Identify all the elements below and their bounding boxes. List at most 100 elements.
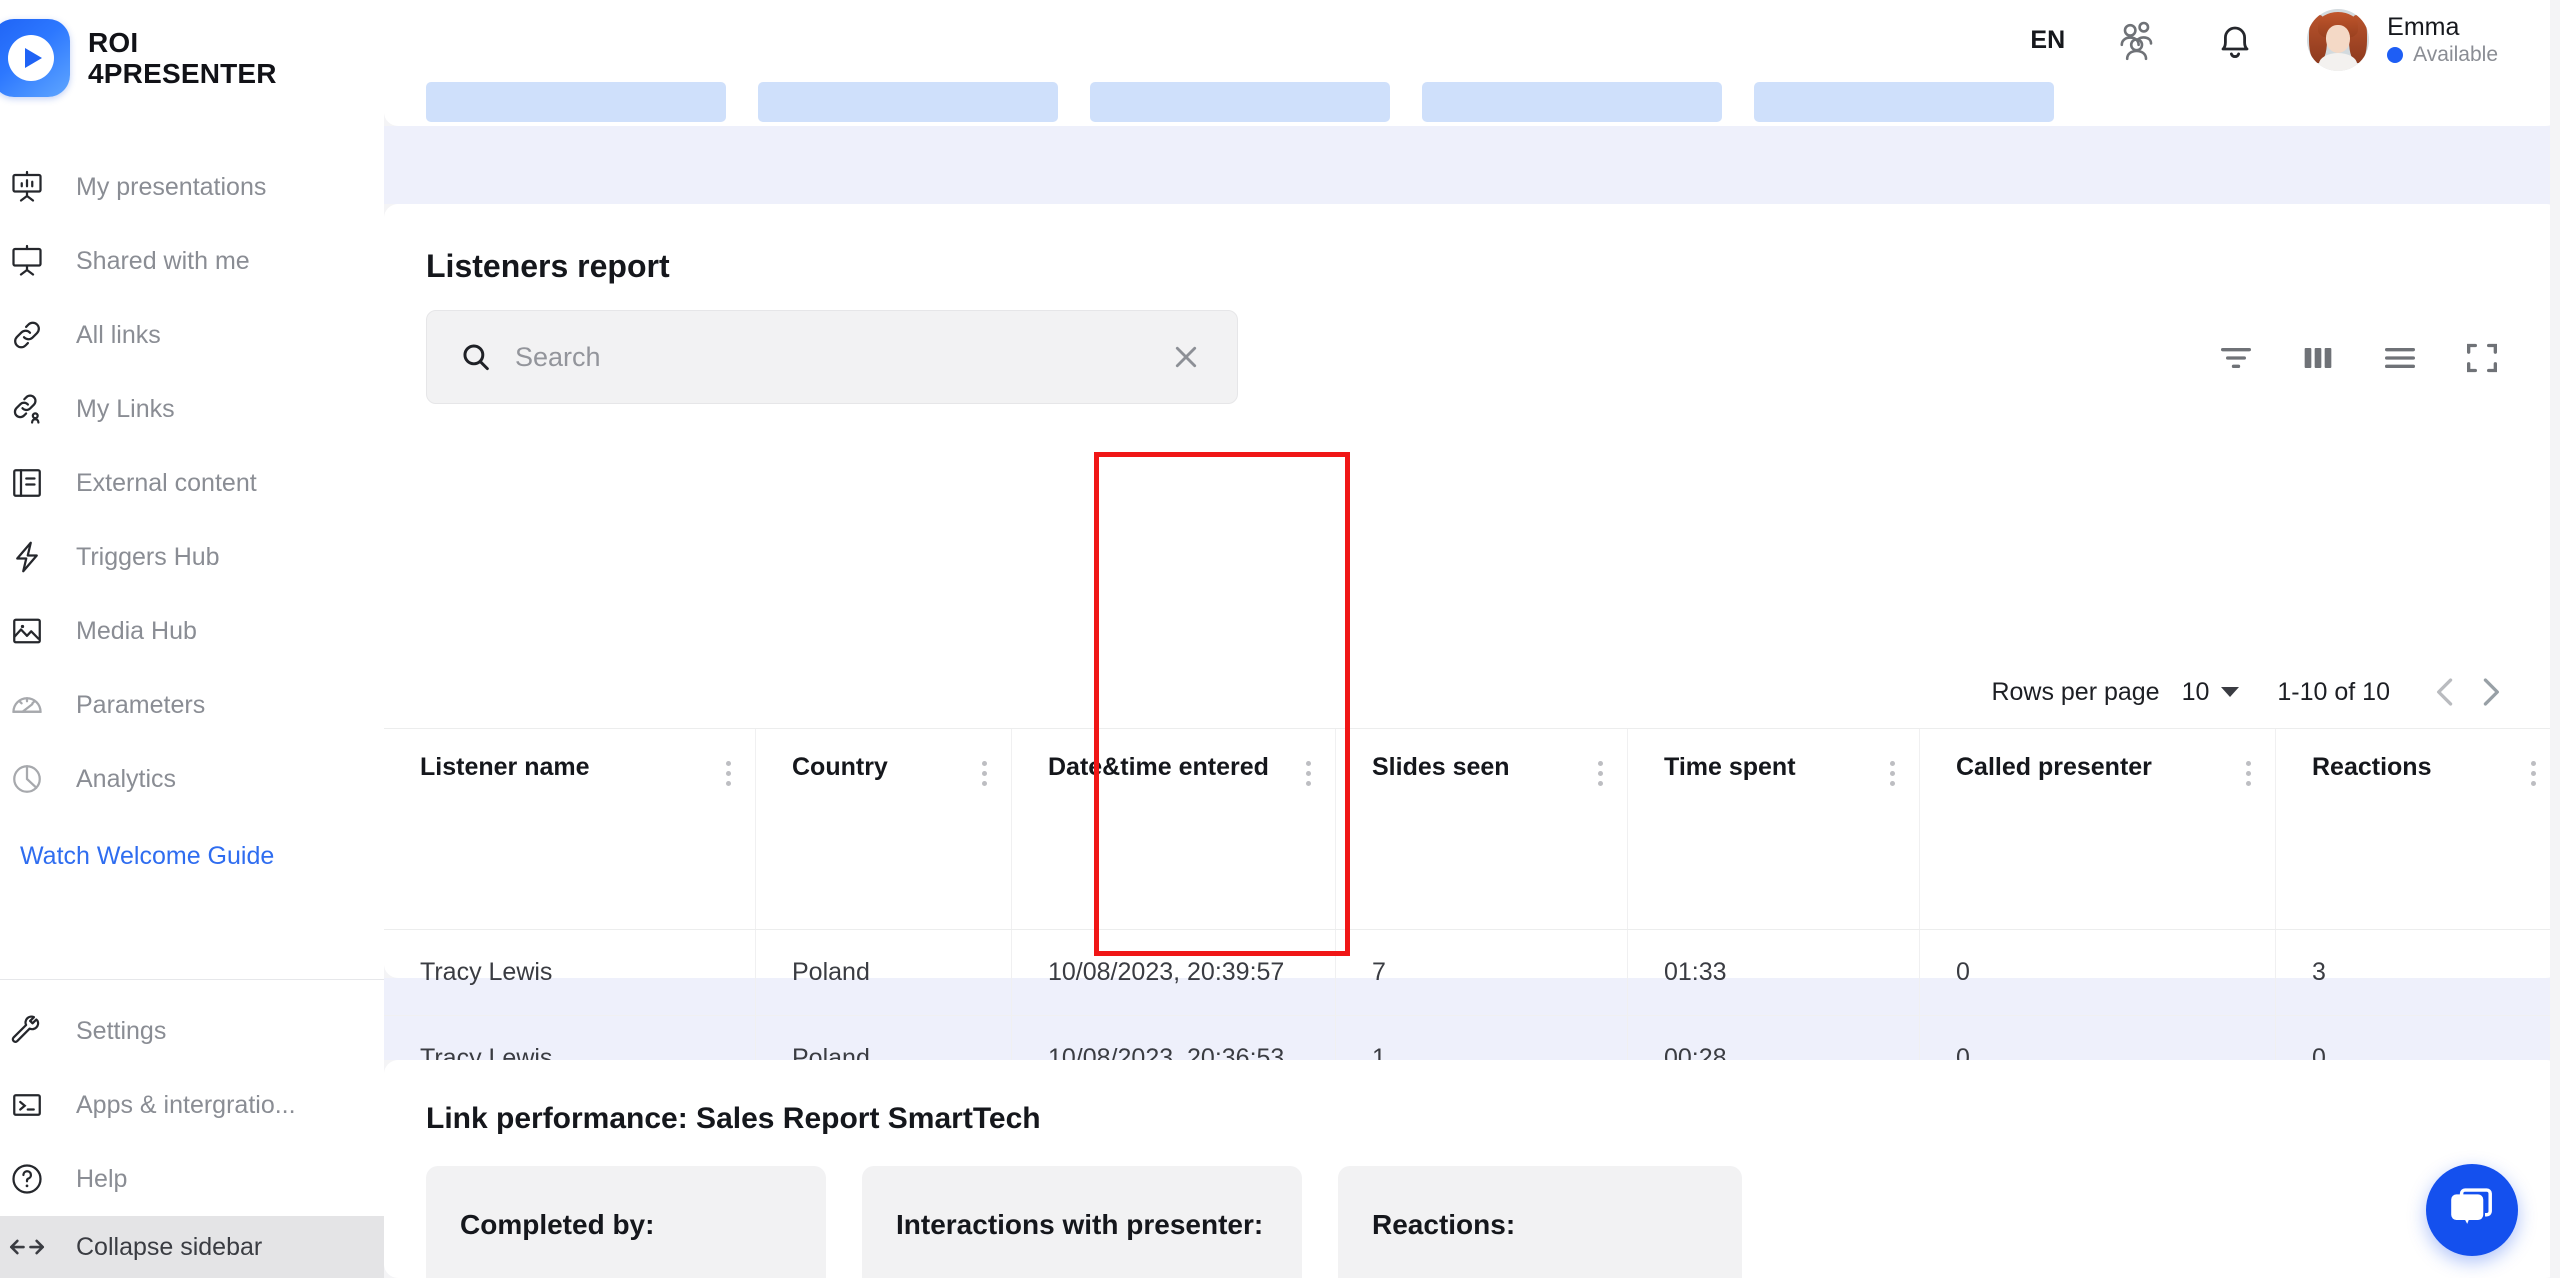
metric-card-completed-by[interactable]: Completed by: [426, 1166, 826, 1278]
link-performance-title: Link performance: Sales Report SmartTech [426, 1102, 1041, 1136]
column-header-listener-name[interactable]: Listener name [384, 729, 756, 929]
rows-per-page-value: 10 [2182, 678, 2210, 707]
cell-slides-seen: 7 [1336, 930, 1628, 1015]
column-menu-icon[interactable] [2246, 753, 2251, 786]
column-header-label: Country [792, 753, 888, 782]
table-toolbar [2214, 336, 2504, 380]
cell-country: Poland [756, 930, 1012, 1015]
table-row[interactable]: Tracy Lewis Poland 10/08/2023, 20:39:57 … [384, 930, 2560, 1016]
status-badge: Available [2387, 44, 2498, 65]
language-selector[interactable]: EN [2030, 26, 2065, 55]
column-header-country[interactable]: Country [756, 729, 1012, 929]
sidebar-item-apps-integrations[interactable]: Apps & intergratio... [0, 1068, 384, 1142]
sidebar-item-triggers-hub[interactable]: Triggers Hub [0, 520, 384, 594]
column-header-label: Called presenter [1956, 753, 2152, 782]
brand-logo[interactable]: ROI 4PRESENTER [0, 0, 384, 108]
sidebar-item-external-content[interactable]: External content [0, 446, 384, 520]
collapse-arrows-icon [6, 1226, 48, 1268]
cell-listener-name: Tracy Lewis [384, 930, 756, 1015]
clear-search-icon[interactable] [1167, 338, 1205, 376]
sidebar-item-label: My presentations [76, 173, 266, 202]
sidebar-item-label: Analytics [76, 765, 176, 794]
metric-card-placeholder[interactable] [426, 82, 726, 122]
vertical-scrollbar[interactable] [2550, 0, 2560, 1278]
image-icon [6, 610, 48, 652]
column-header-label: Listener name [420, 753, 590, 782]
column-menu-icon[interactable] [726, 753, 731, 786]
table-header-row: Listener name Country Date&time entered … [384, 728, 2560, 930]
column-menu-icon[interactable] [1598, 753, 1603, 786]
search-field-wrapper[interactable] [426, 310, 1238, 404]
sidebar-bottom-nav: Settings Apps & intergratio... Help [0, 980, 384, 1278]
metric-card-title: Reactions: [1372, 1204, 1708, 1246]
sidebar-item-all-links[interactable]: All links [0, 298, 384, 372]
cell-value: 0 [1956, 958, 1970, 987]
gauge-icon [6, 684, 48, 726]
rows-per-page-select[interactable]: 10 [2182, 678, 2240, 707]
metric-card-placeholder[interactable] [1422, 82, 1722, 122]
column-header-label: Date&time entered [1048, 753, 1269, 782]
metric-card-interactions-with-presenter[interactable]: Interactions with presenter: [862, 1166, 1302, 1278]
cell-value: 3 [2312, 958, 2326, 987]
columns-icon[interactable] [2296, 336, 2340, 380]
column-header-time-spent[interactable]: Time spent [1628, 729, 1920, 929]
sidebar-item-my-links[interactable]: My Links [0, 372, 384, 446]
metric-card-placeholder[interactable] [1090, 82, 1390, 122]
pagination-next-button[interactable] [2468, 670, 2512, 714]
pagination-prev-button[interactable] [2424, 670, 2468, 714]
collapse-sidebar-button[interactable]: Collapse sidebar [0, 1216, 384, 1278]
sidebar-item-settings[interactable]: Settings [0, 994, 384, 1068]
people-icon[interactable] [2111, 14, 2163, 66]
column-menu-icon[interactable] [2531, 753, 2536, 786]
bell-icon[interactable] [2209, 14, 2261, 66]
collapse-sidebar-label: Collapse sidebar [76, 1233, 262, 1262]
status-label: Available [2413, 44, 2498, 65]
sidebar-item-label: Help [76, 1165, 127, 1194]
metric-card-placeholder[interactable] [1754, 82, 2054, 122]
sidebar-item-my-presentations[interactable]: My presentations [0, 150, 384, 224]
brand-line-1: ROI [88, 27, 277, 58]
sidebar-item-shared-with-me[interactable]: Shared with me [0, 224, 384, 298]
chat-bubble-icon[interactable] [2426, 1164, 2518, 1256]
watch-welcome-guide-link[interactable]: Watch Welcome Guide [0, 842, 384, 871]
listeners-report-card: Listeners report [384, 204, 2560, 978]
rows-per-page-label: Rows per page [1991, 678, 2159, 707]
avatar [2307, 9, 2369, 71]
filter-icon[interactable] [2214, 336, 2258, 380]
lightning-icon [6, 536, 48, 578]
density-icon[interactable] [2378, 336, 2422, 380]
column-header-reactions[interactable]: Reactions [2276, 729, 2560, 929]
cell-reactions: 3 [2276, 930, 2560, 1015]
presentation-board-icon [6, 240, 48, 282]
wrench-icon [6, 1010, 48, 1052]
sidebar-nav: My presentations Shared with me All [0, 108, 384, 871]
book-icon [6, 462, 48, 504]
cell-called-presenter: 0 [1920, 930, 2276, 1015]
sidebar-item-media-hub[interactable]: Media Hub [0, 594, 384, 668]
app-root: ROI 4PRESENTER My presentations [0, 0, 2560, 1278]
user-menu[interactable]: Emma Available [2307, 9, 2498, 71]
search-icon [459, 340, 493, 374]
link-user-icon [6, 388, 48, 430]
top-bar: EN Emma [384, 0, 2560, 80]
column-header-slides-seen[interactable]: Slides seen [1336, 729, 1628, 929]
sidebar-item-parameters[interactable]: Parameters [0, 668, 384, 742]
metric-card-placeholder[interactable] [758, 82, 1058, 122]
sidebar-item-help[interactable]: Help [0, 1142, 384, 1216]
search-input[interactable] [515, 342, 1145, 373]
pagination: Rows per page 10 1-10 of 10 [1991, 670, 2512, 714]
sidebar-item-label: Triggers Hub [76, 543, 220, 572]
status-dot-icon [2387, 47, 2403, 63]
cell-value: 01:33 [1664, 958, 1727, 987]
column-header-label: Time spent [1664, 753, 1796, 782]
metric-card-reactions[interactable]: Reactions: [1338, 1166, 1742, 1278]
sidebar: ROI 4PRESENTER My presentations [0, 0, 384, 1278]
fullscreen-icon[interactable] [2460, 336, 2504, 380]
column-menu-icon[interactable] [982, 753, 987, 786]
column-menu-icon[interactable] [1890, 753, 1895, 786]
column-header-called-presenter[interactable]: Called presenter [1920, 729, 2276, 929]
link-icon [6, 314, 48, 356]
sidebar-item-analytics[interactable]: Analytics [0, 742, 384, 816]
column-header-datetime-entered[interactable]: Date&time entered [1012, 729, 1336, 929]
column-menu-icon[interactable] [1306, 753, 1311, 786]
